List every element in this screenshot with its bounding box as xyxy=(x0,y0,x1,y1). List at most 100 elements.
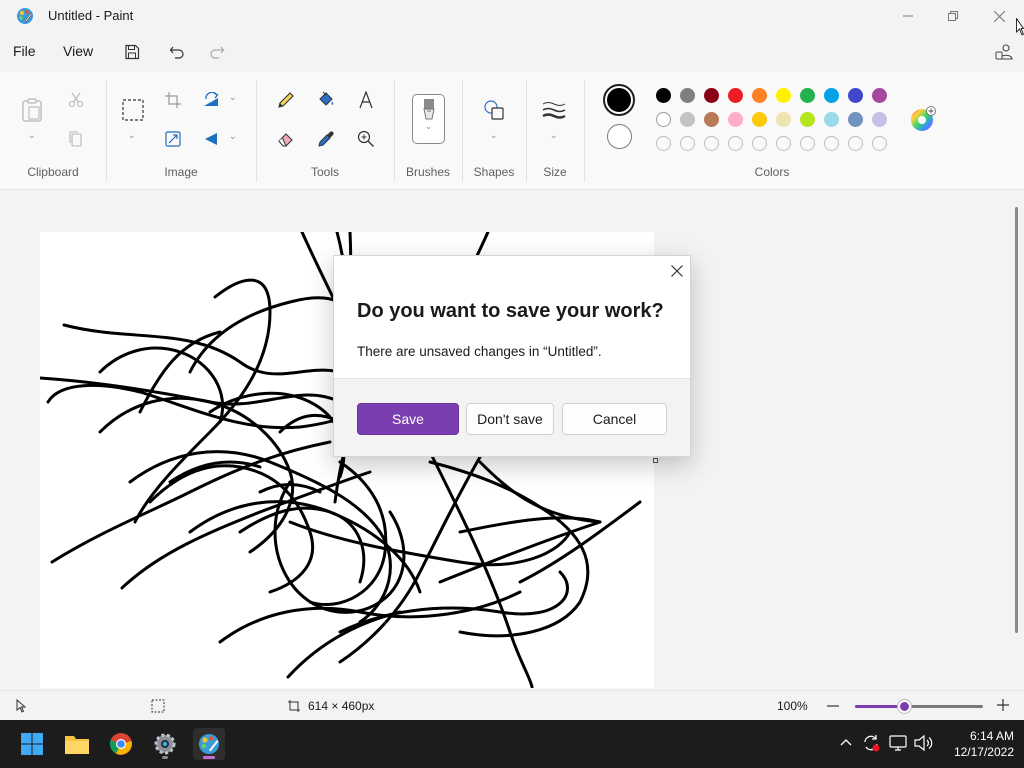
resize-button[interactable] xyxy=(159,125,187,153)
undo-icon xyxy=(169,46,184,59)
window-title: Untitled - Paint xyxy=(48,8,134,23)
clock-time: 6:14 AM xyxy=(969,729,1014,743)
brushes-button[interactable]: ⌄ xyxy=(412,94,445,144)
color-swatch[interactable] xyxy=(872,88,887,103)
maximize-button[interactable] xyxy=(930,0,976,32)
clock-date: 12/17/2022 xyxy=(953,745,1014,759)
chrome-button[interactable] xyxy=(105,728,137,760)
shapes-group-label: Shapes xyxy=(473,165,515,179)
close-icon xyxy=(671,265,683,277)
custom-color-slot[interactable] xyxy=(800,136,815,151)
custom-color-slot[interactable] xyxy=(824,136,839,151)
size-button[interactable] xyxy=(540,96,568,124)
chrome-icon xyxy=(109,733,132,755)
save-quick-button[interactable] xyxy=(120,40,144,64)
color-swatch[interactable] xyxy=(824,88,839,103)
magnifier-button[interactable] xyxy=(352,125,380,153)
file-menu[interactable]: File xyxy=(13,43,36,59)
image-group-label: Image xyxy=(164,165,198,179)
cut-button[interactable] xyxy=(62,86,90,114)
color-swatch[interactable] xyxy=(848,112,863,127)
crop-button[interactable] xyxy=(159,86,187,114)
taskbar-clock[interactable]: 6:14 AM 12/17/2022 xyxy=(940,728,1014,760)
view-menu[interactable]: View xyxy=(63,43,93,59)
custom-color-slot[interactable] xyxy=(848,136,863,151)
color-picker-button[interactable] xyxy=(312,125,340,153)
color-swatch[interactable] xyxy=(800,88,815,103)
primary-color-swatch[interactable] xyxy=(603,84,635,116)
chevron-down-icon: ⌄ xyxy=(229,92,237,102)
zoom-slider[interactable] xyxy=(855,700,983,713)
redo-button[interactable] xyxy=(205,40,229,64)
color-swatch[interactable] xyxy=(776,112,791,127)
custom-color-slot[interactable] xyxy=(704,136,719,151)
color-swatch[interactable] xyxy=(752,88,767,103)
line-size-icon xyxy=(542,102,566,119)
zoom-in-icon[interactable] xyxy=(997,699,1009,711)
paste-button[interactable] xyxy=(18,96,46,124)
color-swatch[interactable] xyxy=(728,88,743,103)
undo-button[interactable] xyxy=(165,40,189,64)
color-swatch[interactable] xyxy=(776,88,791,103)
start-button[interactable] xyxy=(16,728,48,760)
eraser-button[interactable] xyxy=(272,125,300,153)
dialog-close-button[interactable] xyxy=(668,262,686,280)
edit-colors-icon[interactable] xyxy=(910,106,936,132)
running-indicator xyxy=(162,756,168,759)
start-icon xyxy=(21,733,43,755)
menu-bar: File View xyxy=(0,32,1024,72)
dont-save-button[interactable]: Don't save xyxy=(466,403,554,435)
copy-icon xyxy=(69,131,82,147)
color-swatch[interactable] xyxy=(752,112,767,127)
color-swatch[interactable] xyxy=(704,88,719,103)
color-swatch[interactable] xyxy=(656,112,671,127)
custom-color-slot[interactable] xyxy=(680,136,695,151)
color-swatch[interactable] xyxy=(824,112,839,127)
custom-color-slot[interactable] xyxy=(872,136,887,151)
color-swatch[interactable] xyxy=(728,112,743,127)
custom-color-slot[interactable] xyxy=(728,136,743,151)
redo-icon xyxy=(210,46,225,59)
color-swatch[interactable] xyxy=(680,112,695,127)
select-button[interactable] xyxy=(119,96,147,124)
volume-icon[interactable] xyxy=(913,734,933,752)
canvas-resize-handle[interactable] xyxy=(653,458,658,463)
file-explorer-button[interactable] xyxy=(61,728,93,760)
primary-color-fill xyxy=(607,88,631,112)
settings-button[interactable] xyxy=(149,728,181,760)
flip-button[interactable] xyxy=(198,125,226,153)
pencil-button[interactable] xyxy=(272,86,300,114)
size-group-label: Size xyxy=(543,165,567,179)
custom-color-slot[interactable] xyxy=(776,136,791,151)
minimize-button[interactable] xyxy=(885,0,931,32)
custom-color-slot[interactable] xyxy=(752,136,767,151)
color-swatch[interactable] xyxy=(656,88,671,103)
color-swatch[interactable] xyxy=(800,112,815,127)
sync-icon[interactable] xyxy=(862,734,880,752)
copy-button[interactable] xyxy=(62,125,90,153)
save-button[interactable]: Save xyxy=(357,403,459,435)
minimize-icon xyxy=(903,15,913,17)
color-swatch[interactable] xyxy=(704,112,719,127)
cancel-button[interactable]: Cancel xyxy=(562,403,667,435)
network-icon[interactable] xyxy=(889,734,907,752)
color-swatch[interactable] xyxy=(680,88,695,103)
file-explorer-icon xyxy=(65,736,89,754)
shapes-button[interactable] xyxy=(480,96,508,124)
zoom-slider-thumb[interactable] xyxy=(897,700,911,713)
secondary-color-swatch[interactable] xyxy=(607,124,632,149)
account-button[interactable] xyxy=(992,40,1016,64)
color-swatch[interactable] xyxy=(848,88,863,103)
chevron-up-icon[interactable] xyxy=(840,738,852,746)
fill-button[interactable] xyxy=(312,86,340,114)
zoom-out-icon[interactable] xyxy=(827,700,839,712)
chevron-down-icon: ⌄ xyxy=(424,121,433,131)
text-button[interactable] xyxy=(352,86,380,114)
paint-taskbar-button[interactable] xyxy=(193,728,225,760)
custom-color-slot[interactable] xyxy=(656,136,671,151)
color-swatch[interactable] xyxy=(872,112,887,127)
vertical-scrollbar[interactable] xyxy=(1015,207,1018,633)
chevron-down-icon: ⌄ xyxy=(128,130,136,140)
rectangle-select-icon xyxy=(122,99,144,121)
rotate-button[interactable] xyxy=(198,86,226,114)
